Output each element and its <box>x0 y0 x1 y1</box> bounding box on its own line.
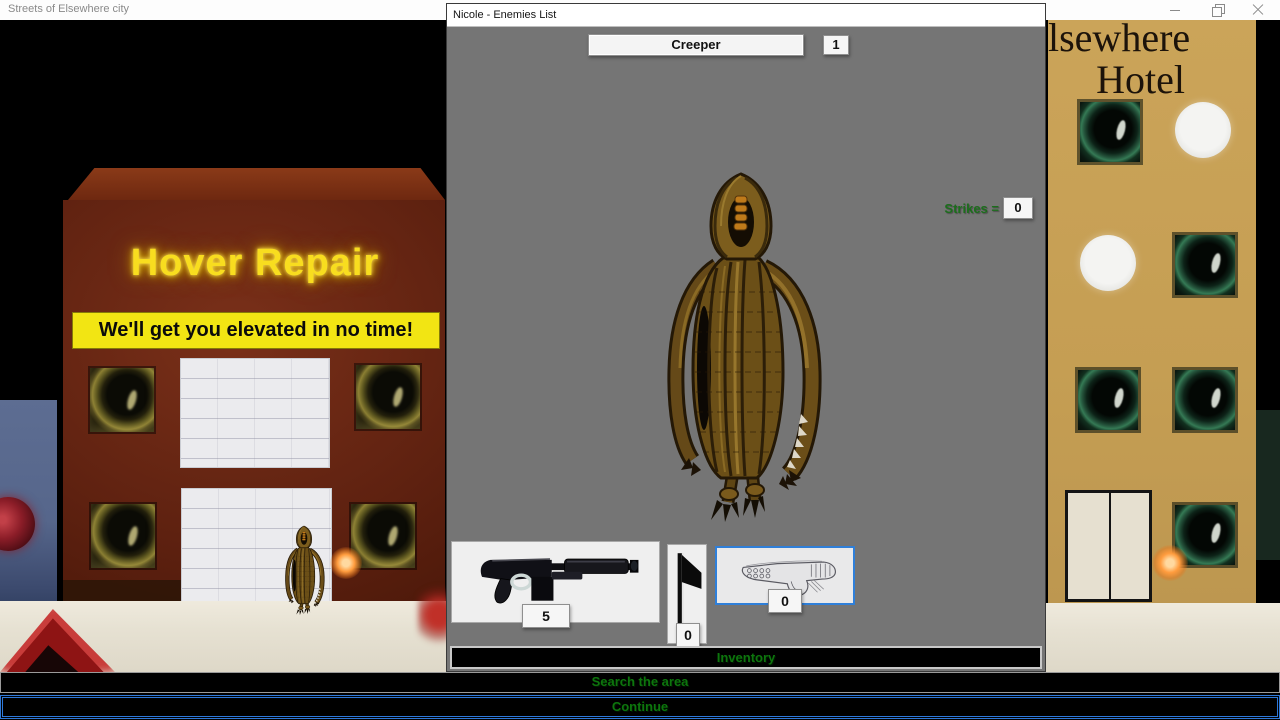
strikes-value-box: 0 <box>1003 197 1033 219</box>
dialog-title: Nicole - Enemies List <box>453 9 556 21</box>
repair-shop-roof <box>68 168 445 200</box>
maximize-button[interactable] <box>1202 0 1232 20</box>
orange-orb <box>330 547 362 579</box>
raygun-ammo-box: 0 <box>768 589 802 613</box>
hotel-window <box>1080 102 1140 162</box>
hotel-window <box>1175 235 1235 295</box>
hotel-window-lit <box>1080 235 1136 291</box>
game-window: Streets of Elsewhere city Hover Repair W… <box>0 0 1280 720</box>
porthole-light <box>91 504 155 568</box>
red-roof <box>0 605 115 672</box>
elevator-door-seam <box>1109 493 1111 599</box>
restore-icon <box>1213 6 1222 15</box>
close-button[interactable] <box>1243 0 1273 20</box>
garage-door-upper <box>180 358 330 468</box>
enemies-list-dialog: Nicole - Enemies List Creeper 1 Strikes … <box>446 3 1046 672</box>
shotgun-ammo-box: 5 <box>522 604 570 628</box>
repair-shop-banner: We'll get you elevated in no time! <box>72 312 440 349</box>
porthole-light <box>356 365 420 429</box>
minimize-icon <box>1170 10 1180 11</box>
dialog-titlebar[interactable]: Nicole - Enemies List <box>447 4 1045 27</box>
search-area-button[interactable]: Search the area <box>0 672 1280 693</box>
enemy-name-button[interactable]: Creeper <box>588 34 804 56</box>
orange-orb <box>1152 545 1188 581</box>
hotel-window <box>1175 370 1235 430</box>
creeper-portrait <box>651 169 831 525</box>
porthole-light <box>90 368 154 432</box>
close-icon <box>1252 4 1264 16</box>
ground-right <box>1046 603 1280 672</box>
hotel-window-lit <box>1175 102 1231 158</box>
dialog-body: Creeper 1 Strikes = 0 5 0 0 Inventory <box>447 27 1045 671</box>
axe-ammo-box: 0 <box>676 623 700 647</box>
hotel-sign-line2: Hotel <box>1048 58 1233 102</box>
creeper-sprite <box>281 513 327 615</box>
window-title: Streets of Elsewhere city <box>8 3 129 15</box>
continue-button[interactable]: Continue <box>0 695 1280 719</box>
repair-shop-sign: Hover Repair <box>80 242 430 288</box>
minimize-button[interactable] <box>1160 0 1190 20</box>
dark-structure <box>1256 410 1280 560</box>
strikes-label: Strikes = <box>915 201 999 216</box>
elevator-doors[interactable] <box>1065 490 1152 602</box>
enemy-count-box: 1 <box>823 35 849 55</box>
hotel-window <box>1078 370 1138 430</box>
hotel-sign-line1: lsewhere <box>1048 20 1254 60</box>
inventory-button[interactable]: Inventory <box>450 646 1042 669</box>
